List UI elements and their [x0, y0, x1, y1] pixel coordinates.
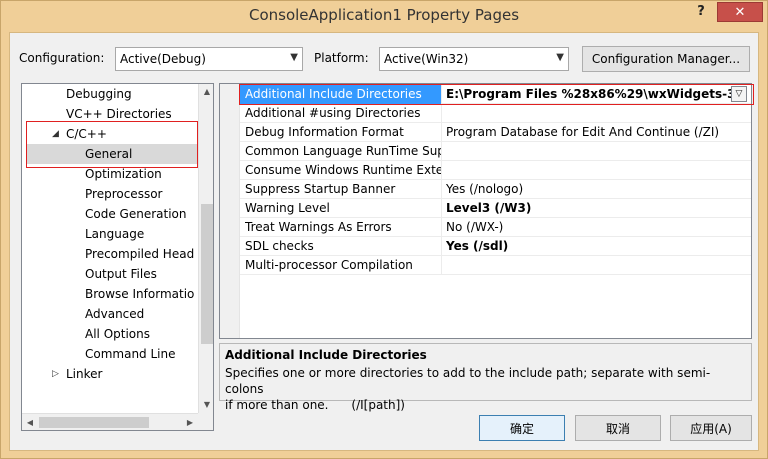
property-row[interactable]: Warning Level Level3 (/W3): [240, 199, 751, 218]
description-panel: Additional Include Directories Specifies…: [219, 343, 752, 412]
scroll-up-icon[interactable]: ▲: [199, 84, 213, 100]
property-row[interactable]: SDL checks Yes (/sdl): [240, 237, 751, 256]
column-divider: [441, 218, 442, 237]
apply-button[interactable]: 应用(A): [670, 415, 752, 441]
ok-button[interactable]: 确定: [479, 415, 565, 441]
tree-item-label: Output Files: [85, 267, 157, 281]
tree-item-label: Language: [85, 227, 145, 241]
scrollbar-corner: [198, 413, 213, 430]
configuration-label: Configuration:: [19, 51, 105, 65]
cancel-button[interactable]: 取消: [575, 415, 661, 441]
platform-select[interactable]: Active(Win32) ▼: [379, 47, 569, 71]
property-grid[interactable]: Additional Include Directories E:\Program…: [219, 83, 752, 339]
property-value: Level3 (/W3): [446, 201, 532, 215]
tree-item-label: Debugging: [66, 87, 132, 101]
property-row[interactable]: Multi-processor Compilation: [240, 256, 751, 275]
property-name: Debug Information Format: [245, 125, 404, 139]
configuration-select[interactable]: Active(Debug) ▼: [115, 47, 303, 71]
chevron-down-icon: ▼: [290, 52, 298, 63]
property-value: No (/WX-): [446, 220, 504, 234]
tree-item-label: Browse Informatio: [85, 287, 195, 301]
configuration-value: Active(Debug): [120, 52, 206, 66]
close-icon: ✕: [734, 4, 746, 20]
property-name: Warning Level: [245, 201, 330, 215]
scroll-thumb[interactable]: [201, 204, 213, 344]
property-name: Treat Warnings As Errors: [245, 220, 392, 234]
title-bar[interactable]: ConsoleApplication1 Property Pages ? ✕: [1, 1, 767, 31]
tree-item[interactable]: Debugging: [22, 84, 198, 104]
tree-horizontal-scrollbar[interactable]: ◀ ▶: [22, 413, 198, 430]
tree-item-label: Preprocessor: [85, 187, 163, 201]
dialog-client: Configuration: Active(Debug) ▼ Platform:…: [9, 32, 759, 451]
property-name: Common Language RunTime Supp: [245, 144, 441, 158]
property-row[interactable]: Debug Information Format Program Database…: [240, 123, 751, 142]
column-divider: [441, 161, 442, 180]
tree-item-label: Command Line: [85, 347, 176, 361]
platform-value: Active(Win32): [384, 52, 469, 66]
property-row[interactable]: Suppress Startup Banner Yes (/nologo): [240, 180, 751, 199]
column-divider: [441, 142, 442, 161]
tree-item[interactable]: ▷ Linker: [22, 364, 198, 384]
configuration-manager-button[interactable]: Configuration Manager...: [582, 46, 750, 72]
help-button[interactable]: ?: [690, 4, 712, 24]
tree-item[interactable]: Language: [22, 224, 198, 244]
property-name: SDL checks: [245, 239, 314, 253]
tree-item-label: Precompiled Head: [85, 247, 195, 261]
column-divider: [441, 104, 442, 123]
property-name: Consume Windows Runtime Exten: [245, 163, 441, 177]
platform-label: Platform:: [314, 51, 369, 65]
close-button[interactable]: ✕: [717, 2, 763, 22]
property-row[interactable]: Treat Warnings As Errors No (/WX-): [240, 218, 751, 237]
property-value: Yes (/nologo): [446, 182, 524, 196]
tree-item[interactable]: Browse Informatio: [22, 284, 198, 304]
tree-item-label: Code Generation: [85, 207, 187, 221]
property-pages-window: ConsoleApplication1 Property Pages ? ✕ C…: [0, 0, 768, 459]
grid-gutter: [220, 84, 240, 338]
tree-item[interactable]: Precompiled Head: [22, 244, 198, 264]
scroll-left-icon[interactable]: ◀: [22, 414, 38, 430]
collapsed-triangle-icon[interactable]: ▷: [52, 364, 59, 384]
column-divider: [441, 180, 442, 199]
property-name: Suppress Startup Banner: [245, 182, 396, 196]
property-value: Program Database for Edit And Continue (…: [446, 125, 720, 139]
annotation-box-tree: [26, 121, 198, 168]
description-line: if more than one. (/I[path]): [225, 398, 405, 412]
column-divider: [441, 256, 442, 275]
scroll-right-icon[interactable]: ▶: [182, 414, 198, 430]
tree-item[interactable]: Code Generation: [22, 204, 198, 224]
column-divider: [441, 199, 442, 218]
chevron-down-icon: ▼: [556, 52, 564, 63]
tree-item-label: Advanced: [85, 307, 145, 321]
property-row[interactable]: Common Language RunTime Supp: [240, 142, 751, 161]
tree-item[interactable]: All Options: [22, 324, 198, 344]
window-title: ConsoleApplication1 Property Pages: [248, 6, 520, 24]
property-name: Multi-processor Compilation: [245, 258, 413, 272]
description-title: Additional Include Directories: [225, 348, 427, 362]
scroll-down-icon[interactable]: ▼: [199, 397, 213, 413]
scroll-thumb[interactable]: [39, 417, 149, 428]
tree-item[interactable]: Preprocessor: [22, 184, 198, 204]
tree-item[interactable]: Advanced: [22, 304, 198, 324]
description-text: Specifies one or more directories to add…: [225, 365, 745, 413]
property-name: Additional #using Directories: [245, 106, 421, 120]
property-row[interactable]: Additional #using Directories: [240, 104, 751, 123]
annotation-box-property: [239, 84, 754, 105]
column-divider: [441, 237, 442, 256]
column-divider: [441, 123, 442, 142]
property-value: Yes (/sdl): [446, 239, 509, 253]
tree-item-label: Linker: [66, 367, 103, 381]
tree-vertical-scrollbar[interactable]: ▲ ▼: [198, 84, 213, 413]
description-line: Specifies one or more directories to add…: [225, 366, 711, 396]
tree-item[interactable]: Output Files: [22, 264, 198, 284]
property-row[interactable]: Consume Windows Runtime Exten: [240, 161, 751, 180]
tree-item-label: All Options: [85, 327, 150, 341]
tree-item[interactable]: Command Line: [22, 344, 198, 364]
